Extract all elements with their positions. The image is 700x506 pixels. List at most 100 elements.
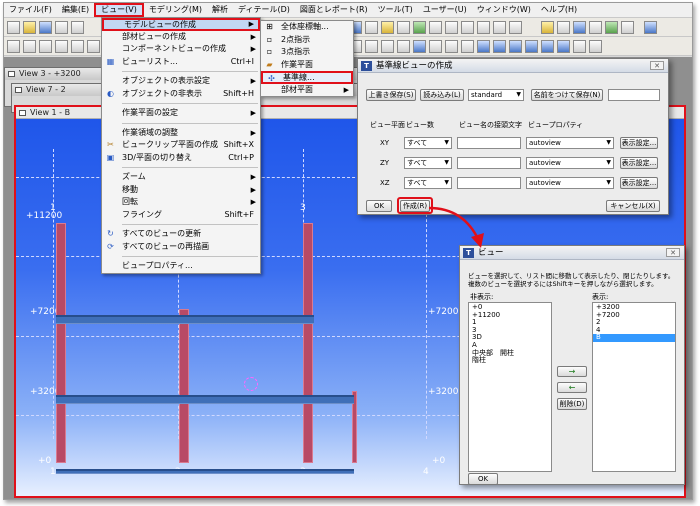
view-prefix-field[interactable] [457,177,521,189]
move-left-button[interactable]: ← [557,382,587,393]
tool-icon[interactable] [397,40,410,53]
tool-icon[interactable] [55,40,68,53]
beam-member[interactable] [56,469,354,474]
view-prefix-field[interactable] [457,137,521,149]
tool-icon[interactable] [461,40,474,53]
list-item[interactable]: 4 [596,326,672,335]
tool-icon[interactable] [493,21,506,34]
view-prefix-field[interactable] [457,157,521,169]
tool-icon[interactable] [429,21,442,34]
tool-icon[interactable] [573,21,586,34]
tool-icon[interactable] [365,21,378,34]
tool-icon[interactable] [605,21,618,34]
new-icon[interactable] [7,21,20,34]
list-item[interactable]: 2 [596,319,672,327]
column-member[interactable] [303,223,313,463]
tool-icon[interactable] [429,40,442,53]
delete-button[interactable]: 削除(D) [557,398,587,410]
menu-help[interactable]: ヘルプ(H) [536,3,582,17]
submenu-item-two-points[interactable]: ▫ 2点指示 [261,34,353,47]
tool-icon[interactable] [477,40,490,53]
menu-user[interactable]: ユーザー(U) [418,3,472,17]
shown-views-list[interactable]: +3200 +7200 2 4 B [592,302,676,472]
tool-icon[interactable] [509,21,522,34]
tool-icon[interactable] [87,40,100,53]
tool-icon[interactable] [413,40,426,53]
tool-icon[interactable] [509,40,522,53]
close-icon[interactable]: ✕ [666,248,680,257]
menu-detail[interactable]: ディテール(D) [233,3,295,17]
ok-button[interactable]: OK [366,200,392,212]
preset-select[interactable]: standard ▼ [468,89,524,101]
menu-tools[interactable]: ツール(T) [373,3,418,17]
tool-icon[interactable] [55,21,68,34]
list-item[interactable]: +11200 [472,311,548,320]
view-count-select[interactable]: すべて ▼ [404,157,452,169]
menu-view[interactable]: ビュー(V) [94,3,144,17]
tool-icon[interactable] [557,40,570,53]
tool-icon[interactable] [541,40,554,53]
view-property-select[interactable]: autoview ▼ [526,137,614,149]
list-item[interactable]: 1 [472,319,548,327]
save-icon[interactable] [39,21,52,34]
tool-icon[interactable] [381,40,394,53]
column-member[interactable] [179,309,189,463]
save-button[interactable]: 上書き保存(S) [366,89,416,101]
submenu-item-grid-line[interactable]: ✣ 基準線... [261,71,353,84]
menu-analysis[interactable]: 解析 [207,3,233,17]
list-item-selected[interactable]: B [593,334,675,342]
tool-icon[interactable] [39,40,52,53]
menu-item-redraw-all-views[interactable]: ⟳ すべてのビューの再描画 [102,241,260,254]
move-right-button[interactable]: → [557,366,587,377]
menu-item-rotate[interactable]: 回転 ▶ [102,196,260,209]
menu-item-toggle-3d[interactable]: ▣ 3D/平面の切り替え Ctrl+P [102,152,260,165]
menu-window[interactable]: ウィンドウ(W) [472,3,536,17]
hidden-views-list[interactable]: +0 +11200 1 3 3D A 中央部 開柱 階柱 [468,302,552,472]
tool-icon[interactable] [445,40,458,53]
view-property-select[interactable]: autoview ▼ [526,177,614,189]
menu-item-create-part-view[interactable]: 部材ビューの作成 ▶ [102,31,260,44]
menu-item-hide-object[interactable]: ◐ オブジェクトの非表示 Shift+H [102,88,260,101]
menu-item-view-properties[interactable]: ビュープロパティ... [102,260,260,273]
view-property-select[interactable]: autoview ▼ [526,157,614,169]
tool-icon[interactable] [381,21,394,34]
submenu-item-three-points[interactable]: ▫ 3点指示 [261,46,353,59]
list-item[interactable]: 階柱 [472,357,548,365]
tool-icon[interactable] [413,21,426,34]
menu-item-work-plane[interactable]: 作業平面の設定 ▶ [102,107,260,120]
menu-item-update-all-views[interactable]: ↻ すべてのビューの更新 [102,228,260,241]
menu-item-object-display[interactable]: オブジェクトの表示設定 ▶ [102,75,260,88]
tool-icon[interactable] [365,40,378,53]
view-count-select[interactable]: すべて ▼ [404,137,452,149]
tool-icon[interactable] [461,21,474,34]
close-icon[interactable]: ✕ [650,61,664,70]
submenu-item-part-plane[interactable]: 部材平面 ▶ [261,84,353,97]
menu-drawings-reports[interactable]: 図面とレポート(R) [295,3,373,17]
tool-icon[interactable] [23,40,36,53]
menu-item-create-component-view[interactable]: コンポーネントビューの作成 ▶ [102,43,260,56]
cancel-button[interactable]: キャンセル(X) [606,200,660,212]
tool-icon[interactable] [71,21,84,34]
tool-icon[interactable] [477,21,490,34]
tool-icon[interactable] [621,21,634,34]
menu-file[interactable]: ファイル(F) [4,3,57,17]
dialog-title-bar[interactable]: T 基準線ビューの作成 ✕ [358,59,668,73]
menu-item-clip-plane[interactable]: ✂ ビュークリップ平面の作成 Shift+X [102,139,260,152]
menu-item-adjust-work-area[interactable]: 作業領域の調整 ▶ [102,127,260,140]
tool-icon[interactable] [397,21,410,34]
submenu-item-work-plane[interactable]: ▰ 作業平面 [261,59,353,72]
tool-icon[interactable] [7,40,20,53]
menu-item-create-model-view[interactable]: モデルビューの作成 ▶ [102,18,260,31]
menu-item-view-list[interactable]: ▦ ビューリスト... Ctrl+I [102,56,260,69]
list-item[interactable]: +7200 [596,311,672,320]
menu-edit[interactable]: 編集(E) [57,3,94,17]
tool-icon[interactable] [589,40,602,53]
tool-icon[interactable] [557,21,570,34]
display-settings-button[interactable]: 表示設定... [620,157,658,169]
beam-member[interactable] [56,315,314,324]
tool-icon[interactable] [573,40,586,53]
tool-icon[interactable] [589,21,602,34]
beam-member[interactable] [56,395,354,404]
tool-icon[interactable] [493,40,506,53]
save-as-name-field[interactable] [608,89,660,101]
